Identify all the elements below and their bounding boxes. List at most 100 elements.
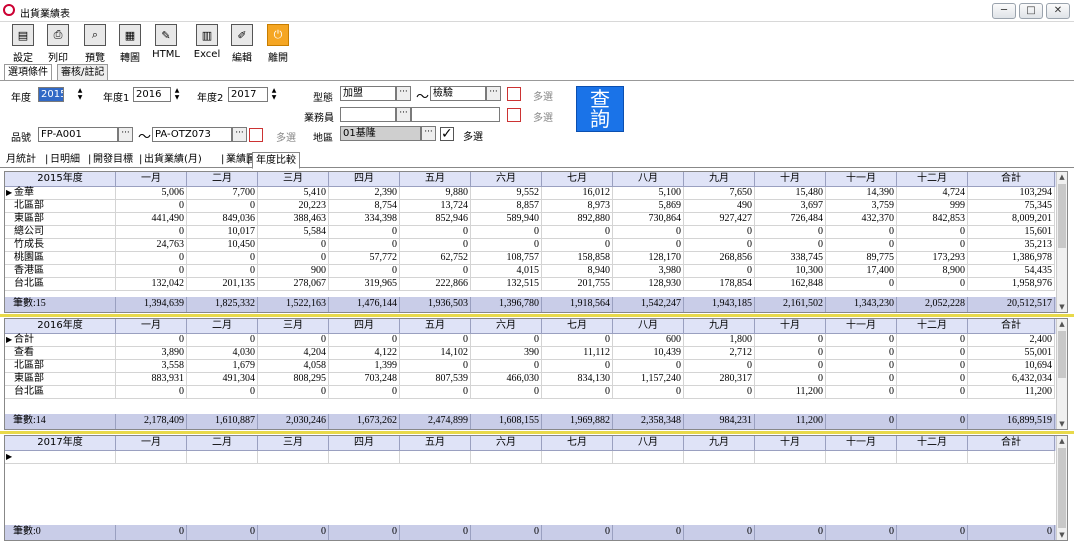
scroll-down-icon[interactable]: ▼ (1057, 302, 1067, 312)
table-cell[interactable]: 0 (542, 386, 613, 399)
column-header[interactable]: 七月 (542, 319, 613, 334)
table-cell[interactable]: 222,866 (400, 278, 471, 291)
table-cell[interactable]: 0 (897, 334, 968, 347)
table-cell[interactable]: 0 (187, 265, 258, 278)
table-cell[interactable] (968, 451, 1055, 464)
table-cell[interactable]: 0 (684, 360, 755, 373)
column-header[interactable]: 十一月 (826, 172, 897, 187)
table-cell[interactable]: 0 (471, 239, 542, 252)
column-header[interactable]: 十月 (755, 172, 826, 187)
table-cell[interactable]: 1,386,978 (968, 252, 1055, 265)
column-header[interactable]: 合計 (968, 319, 1055, 334)
table-cell[interactable]: 11,200 (968, 386, 1055, 399)
table-cell[interactable]: 0 (258, 386, 329, 399)
table-cell[interactable]: 0 (258, 252, 329, 265)
table-row[interactable]: 北區部 0 0 20,223 8,754 13,724 8,857 8,973 5,869 490… (5, 200, 1057, 213)
table-cell[interactable]: 0 (471, 334, 542, 347)
column-header[interactable]: 十二月 (897, 172, 968, 187)
table-cell[interactable]: 0 (755, 334, 826, 347)
column-header[interactable]: 五月 (400, 319, 471, 334)
table-cell[interactable]: 4,724 (897, 187, 968, 200)
table-cell[interactable]: 490 (684, 200, 755, 213)
table-cell[interactable]: 0 (258, 334, 329, 347)
table-cell[interactable]: 3,558 (116, 360, 187, 373)
table-row[interactable]: 查看 3,890 4,030 4,204 4,122 14,102 390 11,112 10,… (5, 347, 1057, 360)
toolbar-button[interactable]: ✐ 編輯 (224, 24, 260, 64)
table-cell[interactable]: 24,763 (116, 239, 187, 252)
column-header[interactable]: 七月 (542, 172, 613, 187)
column-header[interactable]: 三月 (258, 436, 329, 451)
table-cell[interactable]: 13,724 (400, 200, 471, 213)
table-cell[interactable]: 1,679 (187, 360, 258, 373)
table-cell[interactable]: 338,745 (755, 252, 826, 265)
table-cell[interactable]: 726,484 (755, 213, 826, 226)
column-header[interactable]: 五月 (400, 436, 471, 451)
column-header[interactable]: 合計 (968, 436, 1055, 451)
column-header[interactable]: 六月 (471, 436, 542, 451)
table-cell[interactable]: 388,463 (258, 213, 329, 226)
table-cell[interactable]: 5,584 (258, 226, 329, 239)
table-cell[interactable]: 0 (116, 265, 187, 278)
table-cell[interactable]: 0 (542, 360, 613, 373)
table-cell[interactable]: 0 (755, 373, 826, 386)
table-cell[interactable]: 17,400 (826, 265, 897, 278)
table-cell[interactable]: 0 (684, 239, 755, 252)
table-cell[interactable]: 8,940 (542, 265, 613, 278)
table-cell[interactable]: 0 (613, 386, 684, 399)
tab-report[interactable]: 開發目標 (93, 152, 133, 167)
table-cell[interactable]: 0 (755, 360, 826, 373)
table-cell[interactable]: 132,515 (471, 278, 542, 291)
toolbar-button[interactable]: ▦ 轉圖 (112, 24, 148, 64)
sales-multi-checkbox[interactable] (507, 108, 521, 122)
tab-options[interactable]: 選項條件 (4, 64, 52, 81)
table-cell[interactable] (329, 451, 400, 464)
table-cell[interactable]: 0 (897, 278, 968, 291)
table-cell[interactable] (471, 451, 542, 464)
table-cell[interactable]: 5,100 (613, 187, 684, 200)
table-cell[interactable]: 9,880 (400, 187, 471, 200)
table-row[interactable]: 東區部 883,931 491,304 808,295 703,248 807,539 46… (5, 373, 1057, 386)
tab-report[interactable]: 月統計 (6, 152, 36, 167)
scroll-up-icon[interactable]: ▲ (1057, 319, 1067, 329)
table-cell[interactable]: 0 (471, 226, 542, 239)
table-cell[interactable]: 0 (826, 386, 897, 399)
table-cell[interactable]: 3,759 (826, 200, 897, 213)
column-header[interactable]: 四月 (329, 319, 400, 334)
table-cell[interactable] (542, 451, 613, 464)
table-cell[interactable]: 0 (400, 386, 471, 399)
table-cell[interactable]: 7,700 (187, 187, 258, 200)
table-cell[interactable]: 0 (329, 334, 400, 347)
table-cell[interactable]: 10,694 (968, 360, 1055, 373)
vertical-scrollbar[interactable]: ▲ ▼ (1056, 172, 1067, 312)
table-cell[interactable]: 158,858 (542, 252, 613, 265)
table-cell[interactable]: 0 (187, 200, 258, 213)
table-cell[interactable]: 0 (897, 360, 968, 373)
table-cell[interactable]: 0 (613, 360, 684, 373)
vertical-scrollbar[interactable]: ▲ ▼ (1056, 436, 1067, 540)
table-row[interactable]: 台北區 0 0 0 0 0 0 0 0 0 11,200 0 0 11,200 (5, 386, 1057, 399)
table-cell[interactable]: 0 (826, 239, 897, 252)
table-cell[interactable]: 6,432,034 (968, 373, 1055, 386)
year-grid[interactable]: 2016年度 一月 二月 三月 四月 五月 六月 七月 八月 九月 十月 十一月 十二月 合計 ▶ 合計 0 0 0… (4, 318, 1068, 430)
table-cell[interactable] (755, 451, 826, 464)
table-cell[interactable]: 0 (400, 360, 471, 373)
column-header[interactable]: 八月 (613, 172, 684, 187)
grid-separator[interactable] (0, 431, 1074, 434)
table-cell[interactable]: 0 (755, 226, 826, 239)
column-header[interactable]: 五月 (400, 172, 471, 187)
table-cell[interactable]: 390 (471, 347, 542, 360)
column-header[interactable]: 十二月 (897, 319, 968, 334)
table-cell[interactable]: 15,601 (968, 226, 1055, 239)
table-row[interactable]: 桃園區 0 0 0 57,772 62,752 108,757 158,858 128,170 2… (5, 252, 1057, 265)
table-cell[interactable]: 589,940 (471, 213, 542, 226)
table-cell[interactable]: 11,112 (542, 347, 613, 360)
excel-button[interactable]: ▥ Excel (189, 24, 225, 64)
column-header[interactable]: 八月 (613, 319, 684, 334)
table-cell[interactable]: 4,122 (329, 347, 400, 360)
column-header[interactable]: 二月 (187, 172, 258, 187)
table-cell[interactable]: 108,757 (471, 252, 542, 265)
table-cell[interactable]: 0 (400, 226, 471, 239)
table-cell[interactable]: 8,754 (329, 200, 400, 213)
table-cell[interactable]: 883,931 (116, 373, 187, 386)
part-to-input[interactable]: PA-OTZ073 (152, 127, 232, 142)
